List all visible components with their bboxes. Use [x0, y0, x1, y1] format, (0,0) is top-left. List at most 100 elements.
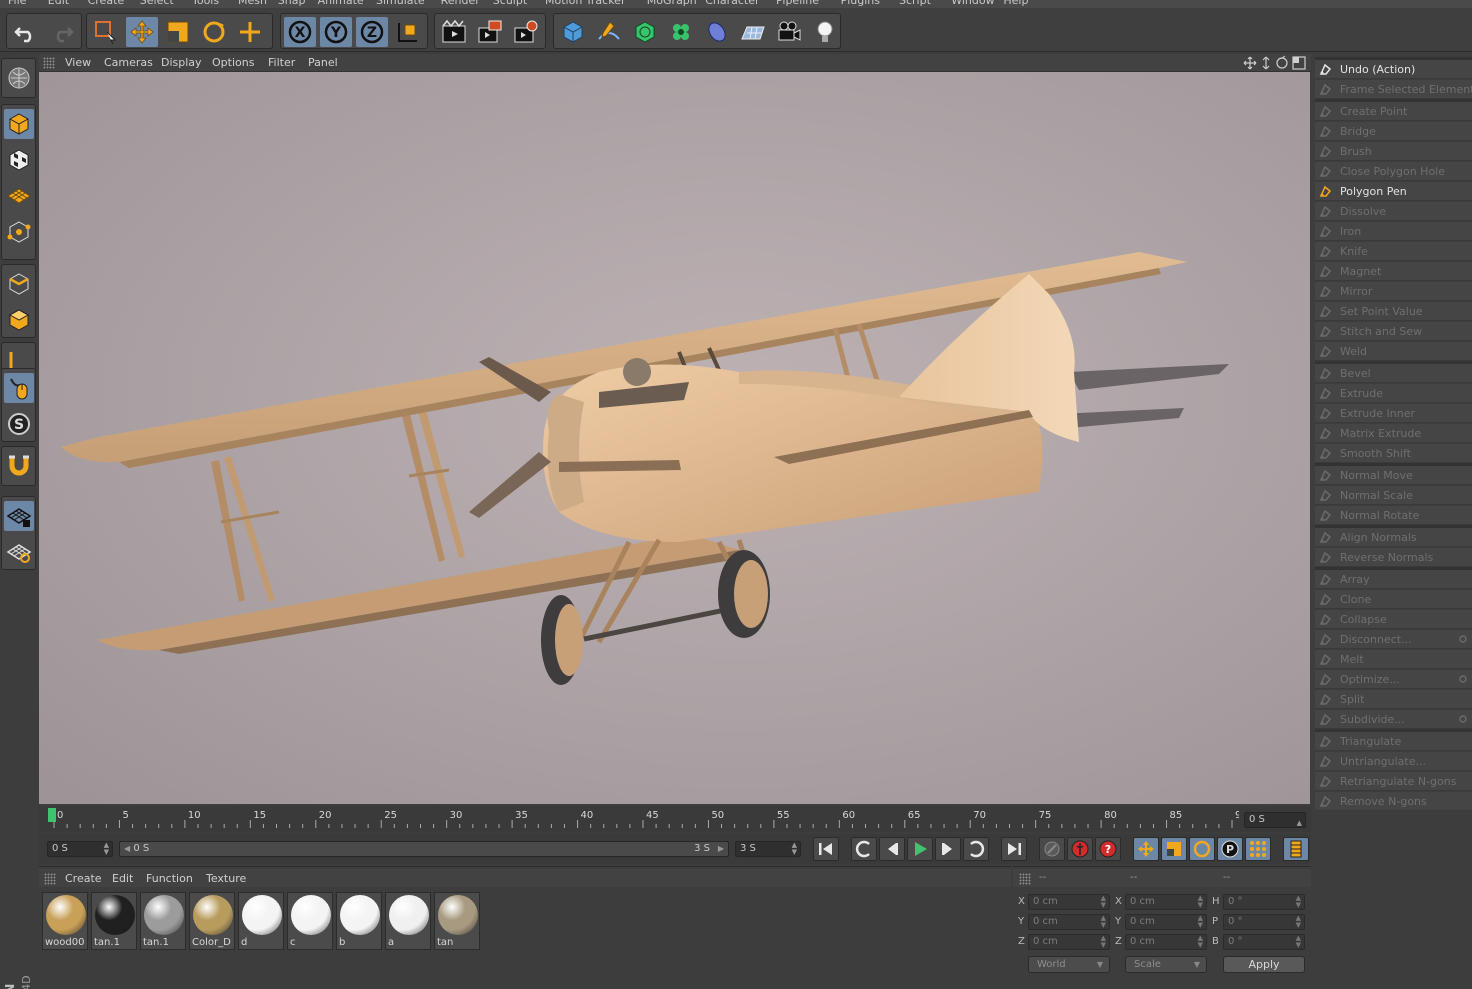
viewport-menu-filter[interactable]: Filter: [268, 56, 295, 69]
current-frame-field[interactable]: 0 S▲▼: [1244, 812, 1306, 841]
gear-icon[interactable]: [1458, 714, 1468, 724]
command-normal-move[interactable]: Normal Move: [1315, 466, 1472, 485]
command-iron[interactable]: Iron: [1315, 222, 1472, 241]
cloner-button[interactable]: [665, 17, 697, 47]
max-time-field[interactable]: 3 S ▲ ▼: [735, 841, 801, 857]
size-x-field[interactable]: 0 cm ▲ ▼: [1125, 894, 1207, 910]
rotate-tool-button[interactable]: [198, 17, 230, 47]
apply-button[interactable]: Apply: [1223, 956, 1305, 973]
material-swatch[interactable]: tan.1: [91, 892, 137, 950]
command-extrude-inner[interactable]: Extrude Inner: [1315, 404, 1472, 423]
previous-frame-button[interactable]: [879, 837, 905, 861]
perspective-viewport[interactable]: [39, 72, 1310, 804]
rot-h-field[interactable]: 0 ° ▲ ▼: [1223, 894, 1305, 910]
enable-snap-button[interactable]: [4, 451, 34, 481]
y-axis-button[interactable]: Y: [320, 17, 352, 47]
command-frame-selected-elements[interactable]: Frame Selected Elements: [1315, 80, 1472, 99]
command-disconnect[interactable]: Disconnect...: [1315, 630, 1472, 649]
autokeying-button[interactable]: [1039, 837, 1065, 861]
subdivision-surface-button[interactable]: [629, 17, 661, 47]
keyframe-selection-button[interactable]: ?: [1095, 837, 1121, 861]
command-split[interactable]: Split: [1315, 690, 1472, 709]
menu-animate[interactable]: Animate: [318, 0, 364, 7]
command-bridge[interactable]: Bridge: [1315, 122, 1472, 141]
command-stitch-and-sew[interactable]: Stitch and Sew: [1315, 322, 1472, 341]
command-polygon-pen[interactable]: Polygon Pen: [1315, 182, 1472, 201]
points-mode-button[interactable]: [4, 217, 34, 247]
material-menu-edit[interactable]: Edit: [112, 872, 133, 885]
command-smooth-shift[interactable]: Smooth Shift: [1315, 444, 1472, 463]
workplane-mode-button[interactable]: [4, 181, 34, 211]
scale-tool-button[interactable]: [162, 17, 194, 47]
record-rotation-button[interactable]: [1189, 837, 1215, 861]
command-weld[interactable]: Weld: [1315, 342, 1472, 361]
command-untriangulate[interactable]: Untriangulate...: [1315, 752, 1472, 771]
command-bevel[interactable]: Bevel: [1315, 364, 1472, 383]
command-retriangulate-n-gons[interactable]: Retriangulate N-gons: [1315, 772, 1472, 791]
menu-motion-tracker[interactable]: Motion Tracker: [545, 0, 625, 7]
planar-workplane-button[interactable]: [4, 537, 34, 567]
render-settings-button[interactable]: [510, 17, 542, 47]
playhead-marker[interactable]: [48, 808, 56, 822]
snapping-button[interactable]: S: [4, 409, 34, 439]
command-collapse[interactable]: Collapse: [1315, 610, 1472, 629]
x-axis-button[interactable]: X: [284, 17, 316, 47]
go-to-end-button[interactable]: [1001, 837, 1027, 861]
record-position-button[interactable]: [1133, 837, 1159, 861]
material-swatch[interactable]: Color_D: [189, 892, 235, 950]
command-array[interactable]: Array: [1315, 570, 1472, 589]
menu-pipeline[interactable]: Pipeline: [776, 0, 819, 7]
material-swatch[interactable]: b: [336, 892, 382, 950]
menu-mograph[interactable]: MoGraph: [647, 0, 697, 7]
scheme-settings-button[interactable]: [1283, 837, 1309, 861]
command-set-point-value[interactable]: Set Point Value: [1315, 302, 1472, 321]
menu-help[interactable]: Help: [1003, 0, 1028, 7]
command-clone[interactable]: Clone: [1315, 590, 1472, 609]
command-normal-rotate[interactable]: Normal Rotate: [1315, 506, 1472, 525]
menu-render[interactable]: Render: [441, 0, 480, 7]
command-mirror[interactable]: Mirror: [1315, 282, 1472, 301]
command-triangulate[interactable]: Triangulate: [1315, 732, 1472, 751]
menu-file[interactable]: File: [8, 0, 26, 7]
coordinates-panel-grip[interactable]: [1019, 873, 1031, 885]
render-picture-viewer-button[interactable]: [474, 17, 506, 47]
material-menu-function[interactable]: Function: [146, 872, 193, 885]
material-swatch[interactable]: tan.1: [140, 892, 186, 950]
command-align-normals[interactable]: Align Normals: [1315, 528, 1472, 547]
recent-tool-button[interactable]: [234, 17, 266, 47]
menu-window[interactable]: Window: [951, 0, 994, 7]
menu-snap[interactable]: Snap: [278, 0, 306, 7]
next-key-button[interactable]: [963, 837, 989, 861]
menu-sculpt[interactable]: Sculpt: [493, 0, 527, 7]
live-selection-button[interactable]: [90, 17, 122, 47]
menu-select[interactable]: Select: [140, 0, 174, 7]
move-tool-button[interactable]: [126, 17, 158, 47]
menu-script[interactable]: Script: [899, 0, 931, 7]
menu-mesh[interactable]: Mesh: [238, 0, 267, 7]
coordinate-space-dropdown[interactable]: World ▼: [1028, 956, 1110, 973]
menu-character[interactable]: Character: [705, 0, 759, 7]
rot-p-field[interactable]: 0 ° ▲ ▼: [1223, 914, 1305, 930]
render-view-button[interactable]: [438, 17, 470, 47]
cube-button[interactable]: [557, 17, 589, 47]
command-create-point[interactable]: Create Point: [1315, 102, 1472, 121]
command-optimize[interactable]: Optimize...: [1315, 670, 1472, 689]
rot-b-field[interactable]: 0 ° ▲ ▼: [1223, 934, 1305, 950]
redo-button[interactable]: [46, 17, 78, 47]
pos-z-field[interactable]: 0 cm ▲ ▼: [1028, 934, 1110, 950]
command-reverse-normals[interactable]: Reverse Normals: [1315, 548, 1472, 567]
deformer-button[interactable]: [701, 17, 733, 47]
menu-plugins[interactable]: Plugins: [841, 0, 880, 7]
record-active-objects-button[interactable]: [1067, 837, 1093, 861]
command-magnet[interactable]: Magnet: [1315, 262, 1472, 281]
timeline-ruler[interactable]: 0 5 10 15 20 25 30 35 40 45 50 55 60 65 70 75 80 85 90: [39, 806, 1239, 832]
command-matrix-extrude[interactable]: Matrix Extrude: [1315, 424, 1472, 443]
preview-range-slider[interactable]: ◀ 0 S 3 S ▶: [119, 841, 729, 857]
command-undo-action[interactable]: Undo (Action): [1315, 60, 1472, 79]
min-time-field[interactable]: 0 S ▲ ▼: [47, 841, 113, 857]
timeline[interactable]: 0 5 10 15 20 25 30 35 40 45 50 55 60 65 70 75 80 85 90 0 S…: [39, 806, 1311, 841]
texture-mode-button[interactable]: [4, 145, 34, 175]
material-menu-create[interactable]: Create: [65, 872, 102, 885]
command-remove-n-gons[interactable]: Remove N-gons: [1315, 792, 1472, 811]
edges-mode-button[interactable]: [4, 269, 34, 299]
